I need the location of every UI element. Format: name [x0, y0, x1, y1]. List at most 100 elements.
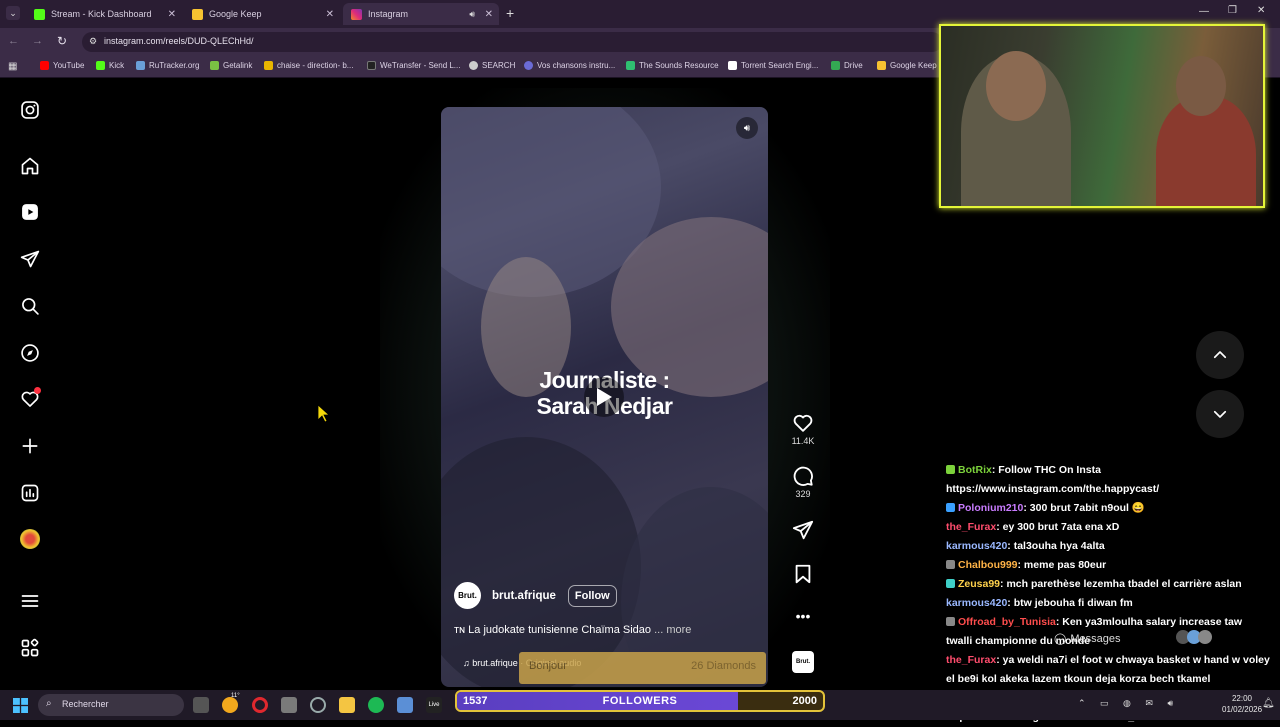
more-apps-icon[interactable] — [18, 636, 42, 660]
bookmark-drive[interactable]: Drive — [831, 61, 863, 70]
menu-icon[interactable] — [18, 589, 42, 613]
tab-instagram[interactable]: Instagram 🔊︎ ✕ — [343, 3, 499, 25]
tab-list-button[interactable]: ⌄ — [6, 6, 20, 20]
bookmark-sounds-resource[interactable]: The Sounds Resource — [626, 61, 719, 70]
reel-author: Brut. brut.afrique Follow — [454, 582, 617, 609]
followers-target: 2000 — [792, 695, 817, 707]
sound-toggle-button[interactable]: 🔊︎ — [736, 117, 758, 139]
speaker-icon[interactable]: 🔊︎ — [469, 9, 475, 20]
previous-reel-button[interactable] — [1196, 331, 1244, 379]
avatar — [1198, 630, 1212, 644]
comment-button[interactable]: 329 — [790, 465, 816, 499]
bookmark-google-keep[interactable]: Google Keep — [877, 61, 937, 70]
wetransfer-icon — [367, 61, 376, 70]
close-icon[interactable]: ✕ — [326, 9, 334, 20]
home-icon[interactable] — [18, 154, 42, 178]
audio-cover-text: Brut. — [796, 659, 810, 665]
taskbar-search-input[interactable]: ⌕ Rechercher — [38, 694, 184, 716]
bookmark-getalink[interactable]: Getalink — [210, 61, 252, 70]
chat-badge-icon — [946, 617, 955, 626]
windows-start-icon[interactable] — [13, 698, 28, 713]
bookmark-label: RuTracker.org — [149, 61, 200, 70]
url-input[interactable]: ⚙ instagram.com/reels/DUD-QLEChHd/ — [82, 32, 942, 52]
tab-google-keep[interactable]: Google Keep ✕ — [184, 3, 340, 25]
close-window-button[interactable]: ✕ — [1257, 5, 1265, 16]
download-icon — [210, 61, 219, 70]
reels-icon[interactable] — [18, 200, 42, 224]
back-icon[interactable]: ← — [8, 35, 19, 47]
file-explorer-icon[interactable] — [339, 697, 355, 713]
bookmark-youtube[interactable]: YouTube — [40, 61, 84, 70]
taskbar-clock[interactable]: 22:00 01/02/2026 — [1222, 693, 1262, 715]
bookmark-torrent-search[interactable]: Torrent Search Engi... — [728, 61, 818, 70]
bookmark-rutracker[interactable]: RuTracker.org — [136, 61, 199, 70]
bookmark-search[interactable]: SEARCH — [469, 61, 515, 70]
site-info-icon[interactable]: ⚙ — [89, 36, 97, 47]
apps-grid-icon[interactable]: ▦ — [8, 61, 17, 72]
tray-icons[interactable]: ⌃ ▭ ◍ ✉ 🔊︎ — [1078, 698, 1179, 709]
description-text: ᴛɴ La judokate tunisienne Chaïma Sidao — [454, 624, 652, 636]
store-icon[interactable] — [281, 697, 297, 713]
dashboard-icon[interactable] — [18, 481, 42, 505]
search-icon[interactable] — [18, 294, 42, 318]
bookmark-kick[interactable]: Kick — [96, 61, 124, 70]
weather-icon[interactable] — [222, 697, 238, 713]
instagram-logo-icon[interactable] — [18, 98, 42, 122]
close-icon[interactable]: ✕ — [485, 9, 493, 20]
follow-button[interactable]: Follow — [567, 584, 617, 607]
comment-icon — [793, 466, 813, 486]
chat-username: Chalbou999 — [958, 559, 1018, 571]
like-button[interactable]: 11.4K — [790, 412, 816, 446]
forward-icon[interactable]: → — [32, 35, 43, 47]
chat-text: : tal3ouha hya 4alta — [1007, 540, 1105, 552]
notifications-heart-icon[interactable] — [18, 387, 42, 411]
chat-username: karmous420 — [946, 597, 1008, 609]
chat-text: : mch parethèse lezemha tbadel el carriè… — [1000, 578, 1242, 590]
more-options-button[interactable]: ••• — [790, 608, 816, 624]
profile-avatar[interactable] — [18, 527, 42, 551]
reel-video[interactable]: 🔊︎ Journaliste : Sarah Nedjar Brut. brut… — [441, 107, 768, 687]
bookmark-chansons[interactable]: Vos chansons instru... — [524, 61, 615, 70]
play-button[interactable] — [584, 377, 624, 417]
chevron-down-icon — [1213, 410, 1227, 418]
bookmark-label: Kick — [109, 61, 125, 70]
save-button[interactable] — [790, 563, 816, 587]
explore-icon[interactable] — [18, 341, 42, 365]
tab-kick-dashboard[interactable]: Stream - Kick Dashboard ✕ — [26, 3, 182, 25]
new-tab-button[interactable]: + — [506, 5, 514, 21]
notification-bell-icon[interactable]: 🔔︎ — [1262, 698, 1275, 709]
bookmark-chaise[interactable]: chaise - direction- b... — [264, 61, 353, 70]
keep-icon — [877, 61, 886, 70]
chat-text: : meme pas 80eur — [1017, 559, 1107, 571]
close-icon[interactable]: ✕ — [168, 9, 176, 20]
task-view-icon[interactable] — [193, 697, 209, 713]
app-icon[interactable] — [310, 697, 326, 713]
create-icon[interactable] — [18, 434, 42, 458]
webcam-person-left-head — [986, 51, 1046, 121]
chat-message: Offroad_by_Tunisia: Ken ya3mloulha salar… — [946, 613, 1280, 632]
bookmark-wetransfer[interactable]: WeTransfer - Send L... — [367, 61, 460, 70]
photos-icon[interactable] — [397, 697, 413, 713]
speaker-icon: 🔊︎ — [743, 122, 751, 134]
chat-badge-icon — [946, 465, 955, 474]
share-button[interactable] — [790, 519, 816, 543]
live-app-icon[interactable]: Live — [426, 697, 442, 713]
more-link[interactable]: ... more — [654, 624, 691, 636]
direct-messages-icon[interactable] — [18, 247, 42, 271]
bookmark-label: Torrent Search Engi... — [741, 61, 819, 70]
author-avatar[interactable]: Brut. — [454, 582, 481, 609]
opera-icon[interactable] — [252, 697, 268, 713]
audio-thumbnail[interactable]: Brut. — [790, 651, 816, 673]
music-note-icon: ♫ — [463, 658, 470, 668]
chat-username: Offroad_by_Tunisia — [958, 616, 1056, 628]
author-username[interactable]: brut.afrique — [492, 590, 556, 602]
restore-button[interactable]: ❐ — [1228, 5, 1237, 16]
bookmark-favicon-icon — [524, 61, 533, 70]
spotify-icon[interactable] — [368, 697, 384, 713]
next-reel-button[interactable] — [1196, 390, 1244, 438]
reload-icon[interactable]: ↻ — [57, 34, 67, 48]
minimize-button[interactable]: — — [1199, 6, 1209, 17]
chat-message: BotRix: Follow THC On Insta — [946, 461, 1280, 480]
chat-avatars — [1176, 630, 1212, 644]
followers-goal-bar: 1537 FOLLOWERS 2000 — [455, 690, 825, 712]
